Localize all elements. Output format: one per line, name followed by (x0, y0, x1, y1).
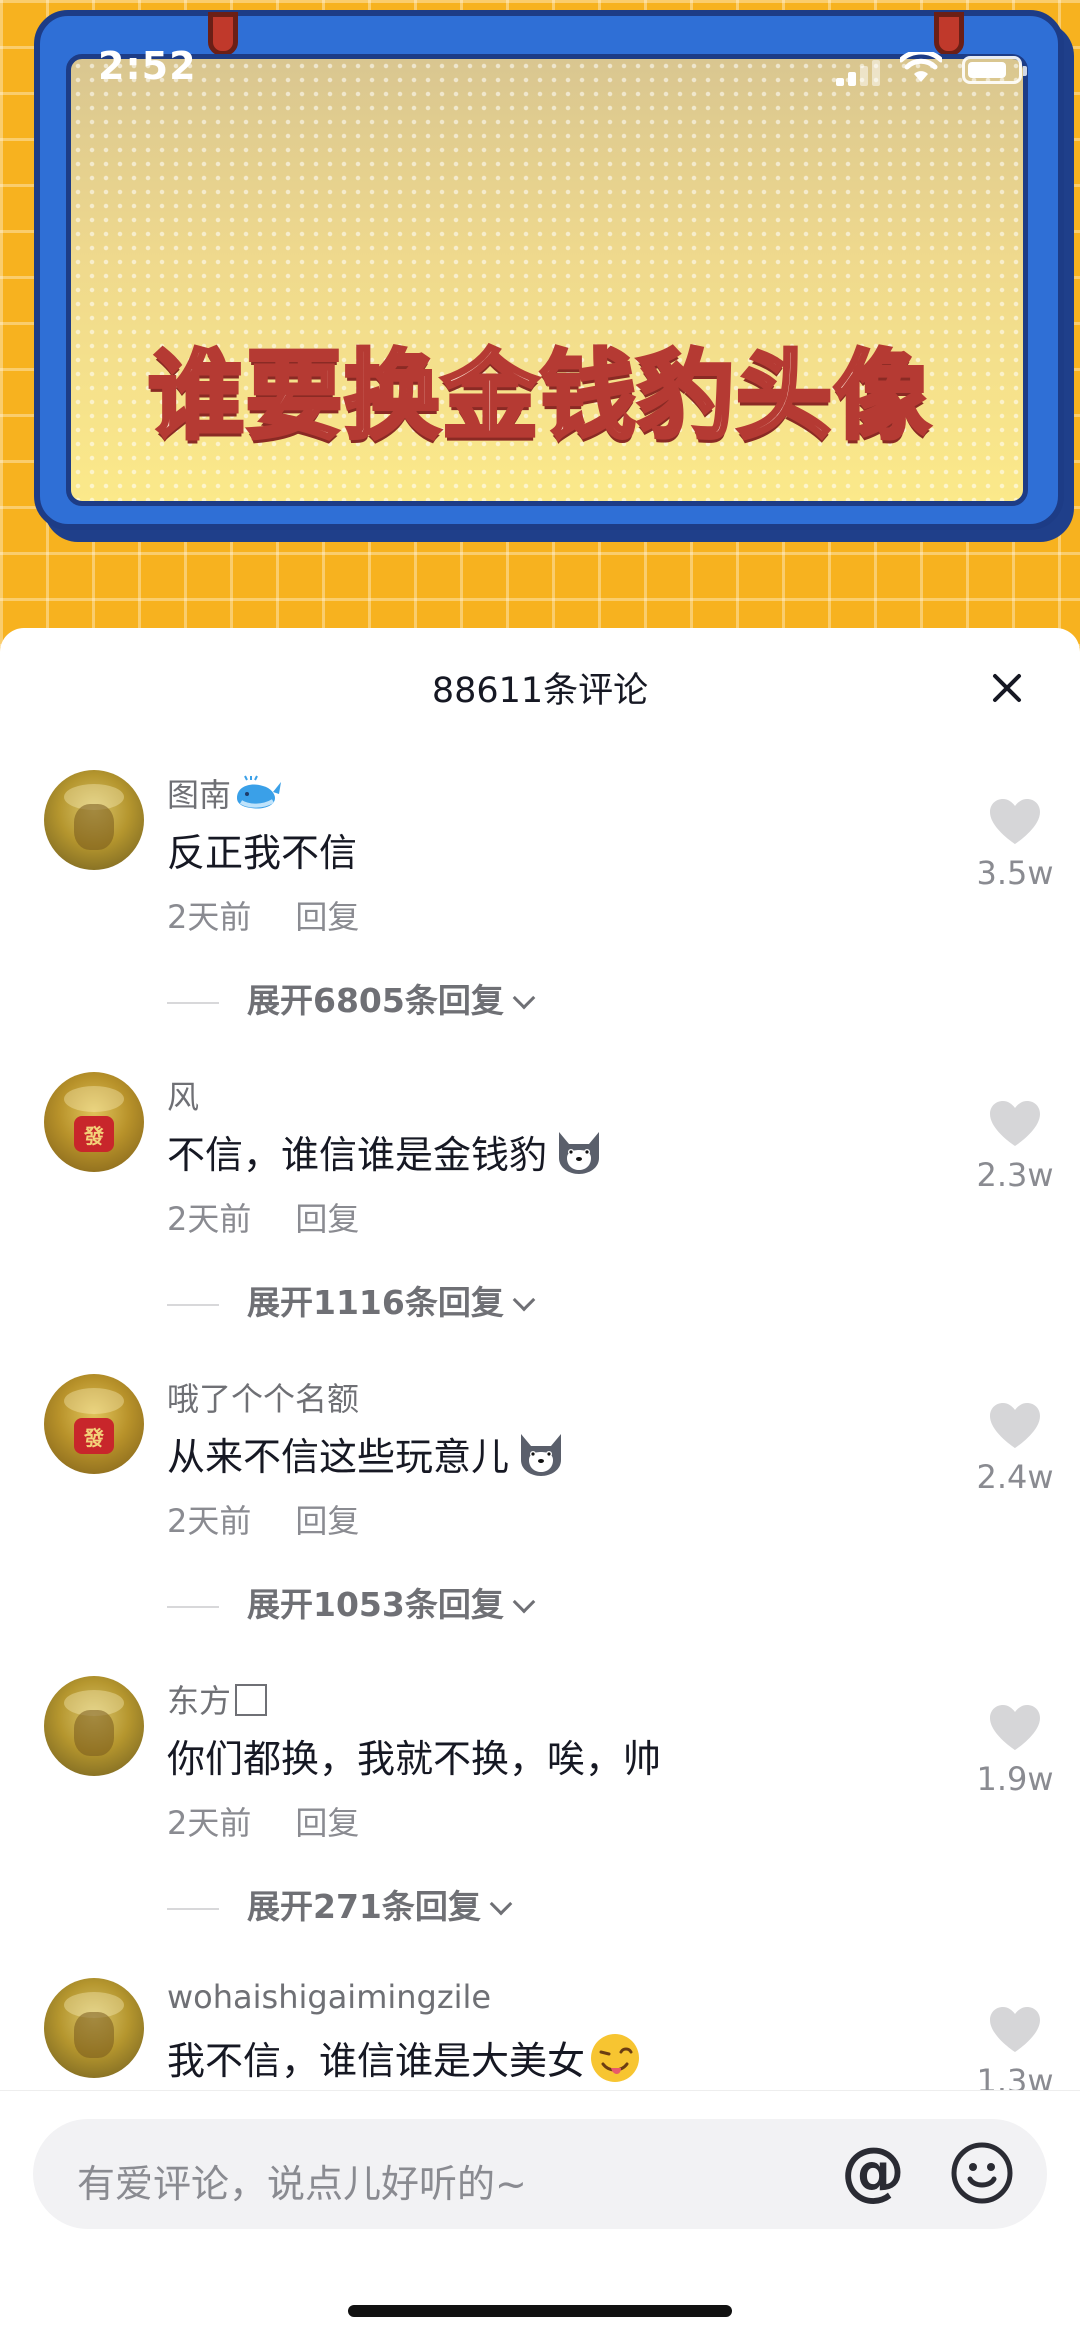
like-count: 2.3w (976, 1156, 1054, 1194)
reply-button[interactable]: 回复 (295, 1804, 359, 1842)
comment-username[interactable]: 风 (167, 1072, 199, 1118)
divider-line (167, 1907, 219, 1910)
comment-item[interactable]: 發 哦了个个名额 从来不信这些玩意儿 2天前 回复 展开1053条回复 2.4w (0, 1374, 1080, 1674)
comments-header: 88611条评论 (0, 628, 1080, 738)
avatar[interactable]: 發 (44, 1374, 144, 1474)
expand-replies-label: 展开1116条回复 (247, 1283, 504, 1322)
comment-time: 2天前 (167, 1804, 252, 1842)
unknown-glyph-icon (235, 1684, 268, 1716)
comment-input-bar: 有爱评论，说点儿好听的~ @ (0, 2090, 1080, 2337)
heart-icon[interactable] (988, 2006, 1042, 2054)
divider-line (167, 1001, 219, 1004)
expand-replies-label: 展开271条回复 (247, 1887, 481, 1926)
heart-icon[interactable] (988, 1402, 1042, 1450)
like-count: 1.9w (976, 1760, 1054, 1798)
expand-replies-button[interactable]: 展开1116条回复 (167, 1276, 536, 1322)
avatar[interactable]: 發 (44, 1072, 144, 1172)
comment-text: 从来不信这些玩意儿 (167, 1426, 567, 1481)
like-button[interactable]: 3.5w (975, 798, 1055, 892)
avatar[interactable] (44, 770, 144, 870)
chevron-down-icon (512, 986, 536, 1010)
comment-item[interactable]: 图南 反正我不信 2天前 回复 展开6805条回复 3.5w (0, 770, 1080, 1070)
comment-meta: 2天前 回复 (167, 892, 359, 938)
comment-item[interactable]: 东方 你们都换，我就不换，唉，帅 2天前 回复 展开271条回复 1.9w (0, 1676, 1080, 1976)
wifi-icon (900, 52, 942, 82)
comment-time: 2天前 (167, 1502, 252, 1540)
chevron-down-icon (512, 1288, 536, 1312)
comment-text: 我不信，谁信谁是大美女 (167, 2030, 641, 2085)
comment-time: 2天前 (167, 1200, 252, 1238)
comment-text: 你们都换，我就不换，唉，帅 (167, 1737, 662, 1781)
battery-icon (962, 56, 1027, 84)
status-time: 2:52 (98, 44, 197, 88)
comment-text: 不信，谁信谁是金钱豹 (167, 1124, 605, 1179)
like-button[interactable]: 2.3w (975, 1100, 1055, 1194)
heart-icon[interactable] (988, 1704, 1042, 1752)
comment-item[interactable]: wohaishigaimingzile 我不信，谁信谁是大美女 1.3w (0, 1978, 1080, 2090)
dog-emoji-icon (559, 1132, 600, 1174)
banner-title: 谁要换金钱豹头像 (146, 338, 932, 454)
comment-meta: 2天前 回复 (167, 1496, 359, 1542)
whale-emoji-icon (237, 775, 282, 809)
comment-item[interactable]: 發 风 不信，谁信谁是金钱豹 2天前 回复 展开1116条回复 2.3w (0, 1072, 1080, 1372)
like-button[interactable]: 1.3w (975, 2006, 1055, 2090)
close-icon[interactable] (985, 666, 1029, 710)
avatar[interactable] (44, 1978, 144, 2078)
divider-line (167, 1303, 219, 1306)
expand-replies-button[interactable]: 展开271条回复 (167, 1880, 513, 1926)
expand-replies-button[interactable]: 展开1053条回复 (167, 1578, 536, 1624)
like-button[interactable]: 1.9w (975, 1704, 1055, 1798)
comment-time: 2天前 (167, 898, 252, 936)
chevron-down-icon (489, 1892, 513, 1916)
comment-meta: 2天前 回复 (167, 1194, 359, 1240)
status-bar: 2:52 (0, 0, 1080, 130)
comment-username[interactable]: 图南 (167, 770, 283, 816)
reply-button[interactable]: 回复 (295, 1502, 359, 1540)
heart-icon[interactable] (988, 798, 1042, 846)
comments-count-title: 88611条评论 (431, 671, 649, 711)
comment-text: 反正我不信 (167, 831, 358, 875)
like-count: 1.3w (976, 2062, 1054, 2090)
like-button[interactable]: 2.4w (975, 1402, 1055, 1496)
comment-meta: 2天前 回复 (167, 1798, 359, 1844)
home-indicator (348, 2305, 732, 2317)
heart-icon[interactable] (988, 1100, 1042, 1148)
expand-replies-label: 展开1053条回复 (247, 1585, 504, 1624)
emoji-icon[interactable] (950, 2141, 1014, 2205)
signal-icon (836, 60, 882, 86)
comment-username[interactable]: 东方 (167, 1676, 268, 1722)
reply-button[interactable]: 回复 (295, 898, 359, 936)
divider-line (167, 1605, 219, 1608)
wink-emoji-icon (591, 2034, 640, 2082)
comment-username[interactable]: wohaishigaimingzile (167, 1978, 491, 2016)
expand-replies-label: 展开6805条回复 (247, 981, 504, 1020)
avatar[interactable] (44, 1676, 144, 1776)
mention-button[interactable]: @ (838, 2139, 908, 2209)
reply-button[interactable]: 回复 (295, 1200, 359, 1238)
comments-sheet: 88611条评论 图南 反正我不信 2天前 回复 展开6805条回复 3.5w … (0, 628, 1080, 2337)
expand-replies-button[interactable]: 展开6805条回复 (167, 974, 536, 1020)
comment-input[interactable]: 有爱评论，说点儿好听的~ @ (33, 2119, 1047, 2229)
chevron-down-icon (512, 1590, 536, 1614)
comment-input-placeholder: 有爱评论，说点儿好听的~ (77, 2162, 527, 2206)
like-count: 3.5w (976, 854, 1054, 892)
dog-emoji-icon (521, 1434, 562, 1476)
comment-username[interactable]: 哦了个个名额 (167, 1374, 359, 1420)
like-count: 2.4w (976, 1458, 1054, 1496)
